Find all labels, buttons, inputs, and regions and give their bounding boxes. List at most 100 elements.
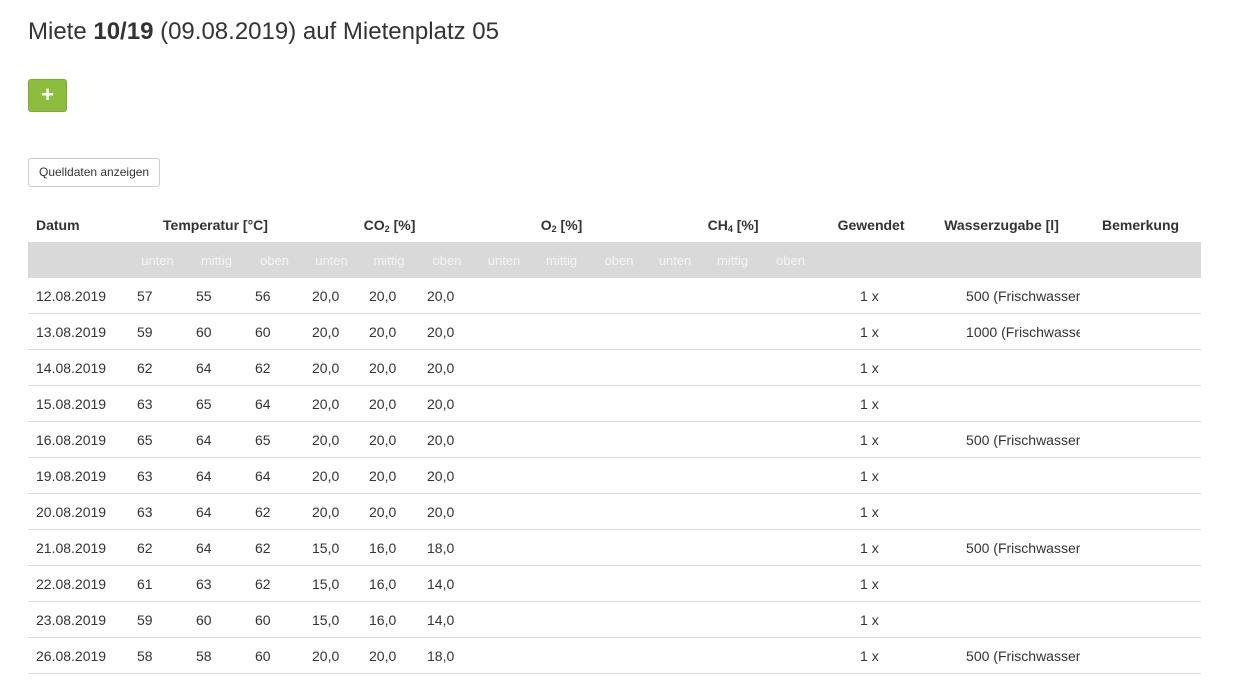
subheader-cell: mittig bbox=[532, 242, 592, 278]
cell-wasser: 1000 (Frischwasser) bbox=[923, 313, 1081, 350]
cell-t-oben: 62 bbox=[246, 565, 303, 602]
cell-t-mittig: 60 bbox=[187, 601, 246, 638]
table-body: 12.08.2019 57 55 56 20,0 20,0 20,0 1 x 500 (Fris… bbox=[28, 278, 1202, 674]
cell-t-oben: 64 bbox=[246, 457, 303, 494]
cell-o2-oben bbox=[591, 637, 648, 674]
cell-t-mittig: 64 bbox=[187, 529, 246, 566]
measurements-table: Datum Temperatur [°C] CO2 [%] O2 [%] CH4… bbox=[28, 207, 1202, 674]
subheader-empty bbox=[923, 242, 1081, 278]
col-temperatur: Temperatur [°C] bbox=[163, 216, 268, 233]
cell-wasser: 500 (Frischwasser) bbox=[923, 421, 1081, 458]
cell-co2-unten: 20,0 bbox=[303, 349, 360, 386]
cell-ch4-mittig bbox=[703, 457, 763, 494]
subheader-cell: oben bbox=[591, 242, 648, 278]
cell-co2-mittig: 20,0 bbox=[360, 637, 418, 674]
cell-bemerkung bbox=[1080, 565, 1202, 602]
table-row: 21.08.2019 62 64 62 15,0 16,0 18,0 1 x 500 (Fris… bbox=[28, 529, 1202, 566]
cell-ch4-mittig bbox=[703, 529, 763, 566]
cell-o2-unten bbox=[476, 349, 533, 386]
cell-t-unten: 62 bbox=[128, 349, 187, 386]
cell-ch4-oben bbox=[762, 637, 820, 674]
cell-t-oben: 60 bbox=[246, 637, 303, 674]
cell-ch4-oben bbox=[762, 421, 820, 458]
cell-co2-unten: 20,0 bbox=[303, 421, 360, 458]
cell-co2-mittig: 16,0 bbox=[360, 601, 418, 638]
cell-datum: 14.08.2019 bbox=[28, 349, 128, 386]
cell-o2-mittig bbox=[532, 565, 592, 602]
col-bemerkung: Bemerkung bbox=[1102, 216, 1180, 233]
cell-co2-mittig: 20,0 bbox=[360, 493, 418, 530]
show-source-data-button[interactable]: Quelldaten anzeigen bbox=[28, 158, 161, 187]
cell-t-mittig: 64 bbox=[187, 349, 246, 386]
cell-co2-oben: 20,0 bbox=[418, 349, 477, 386]
cell-co2-oben: 18,0 bbox=[418, 637, 477, 674]
cell-co2-mittig: 20,0 bbox=[360, 313, 418, 350]
cell-wasser: 500 (Frischwasser) bbox=[923, 278, 1081, 314]
cell-co2-unten: 20,0 bbox=[303, 313, 360, 350]
cell-o2-oben bbox=[591, 421, 648, 458]
cell-ch4-oben bbox=[762, 278, 820, 314]
cell-ch4-unten bbox=[647, 565, 704, 602]
cell-t-mittig: 58 bbox=[187, 637, 246, 674]
cell-co2-mittig: 16,0 bbox=[360, 565, 418, 602]
cell-t-mittig: 55 bbox=[187, 278, 246, 314]
cell-bemerkung bbox=[1080, 601, 1202, 638]
cell-o2-oben bbox=[591, 565, 648, 602]
cell-gewendet: 1 x bbox=[819, 457, 924, 494]
cell-ch4-unten bbox=[647, 349, 704, 386]
cell-ch4-unten bbox=[647, 529, 704, 566]
cell-co2-oben: 20,0 bbox=[418, 385, 477, 422]
col-gewendet: Gewendet bbox=[837, 216, 905, 233]
cell-bemerkung bbox=[1080, 349, 1202, 386]
table-row: 16.08.2019 65 64 65 20,0 20,0 20,0 1 x 500 (Fris… bbox=[28, 421, 1202, 458]
cell-ch4-unten bbox=[647, 313, 704, 350]
cell-o2-unten bbox=[476, 565, 533, 602]
col-ch4: CH4 [%] bbox=[707, 216, 759, 234]
cell-t-unten: 57 bbox=[128, 278, 187, 314]
cell-bemerkung bbox=[1080, 529, 1202, 566]
col-o2: O2 [%] bbox=[540, 216, 583, 234]
cell-ch4-oben bbox=[762, 313, 820, 350]
cell-o2-unten bbox=[476, 637, 533, 674]
cell-gewendet: 1 x bbox=[819, 385, 924, 422]
title-suffix: (09.08.2019) auf Mietenplatz 05 bbox=[160, 18, 499, 45]
cell-ch4-unten bbox=[647, 637, 704, 674]
cell-co2-mittig: 20,0 bbox=[360, 421, 418, 458]
cell-co2-unten: 20,0 bbox=[303, 278, 360, 314]
col-wasserzugabe: Wasserzugabe [l] bbox=[944, 216, 1059, 233]
cell-o2-unten bbox=[476, 421, 533, 458]
cell-datum: 16.08.2019 bbox=[28, 421, 128, 458]
cell-co2-unten: 15,0 bbox=[303, 529, 360, 566]
cell-bemerkung bbox=[1080, 385, 1202, 422]
cell-datum: 13.08.2019 bbox=[28, 313, 128, 350]
cell-o2-mittig bbox=[532, 457, 592, 494]
title-prefix: Miete bbox=[28, 18, 87, 45]
cell-ch4-oben bbox=[762, 565, 820, 602]
subheader-row: unten mittig oben unten mittig oben unte… bbox=[28, 242, 1202, 278]
cell-t-oben: 60 bbox=[246, 601, 303, 638]
cell-t-unten: 61 bbox=[128, 565, 187, 602]
add-button[interactable]: + bbox=[28, 79, 67, 112]
cell-co2-oben: 20,0 bbox=[418, 493, 477, 530]
cell-co2-oben: 18,0 bbox=[418, 529, 477, 566]
cell-t-unten: 62 bbox=[128, 529, 187, 566]
cell-o2-mittig bbox=[532, 421, 592, 458]
cell-o2-oben bbox=[591, 601, 648, 638]
cell-t-unten: 63 bbox=[128, 493, 187, 530]
cell-ch4-mittig bbox=[703, 493, 763, 530]
cell-datum: 26.08.2019 bbox=[28, 637, 128, 674]
cell-wasser bbox=[923, 457, 1081, 494]
cell-bemerkung bbox=[1080, 493, 1202, 530]
subheader-empty bbox=[819, 242, 924, 278]
cell-datum: 23.08.2019 bbox=[28, 601, 128, 638]
cell-co2-unten: 15,0 bbox=[303, 565, 360, 602]
subheader-empty bbox=[28, 242, 128, 278]
cell-bemerkung bbox=[1080, 278, 1202, 314]
cell-t-oben: 64 bbox=[246, 385, 303, 422]
cell-ch4-mittig bbox=[703, 637, 763, 674]
cell-co2-oben: 14,0 bbox=[418, 601, 477, 638]
cell-o2-mittig bbox=[532, 601, 592, 638]
cell-bemerkung bbox=[1080, 421, 1202, 458]
cell-datum: 15.08.2019 bbox=[28, 385, 128, 422]
cell-o2-oben bbox=[591, 529, 648, 566]
